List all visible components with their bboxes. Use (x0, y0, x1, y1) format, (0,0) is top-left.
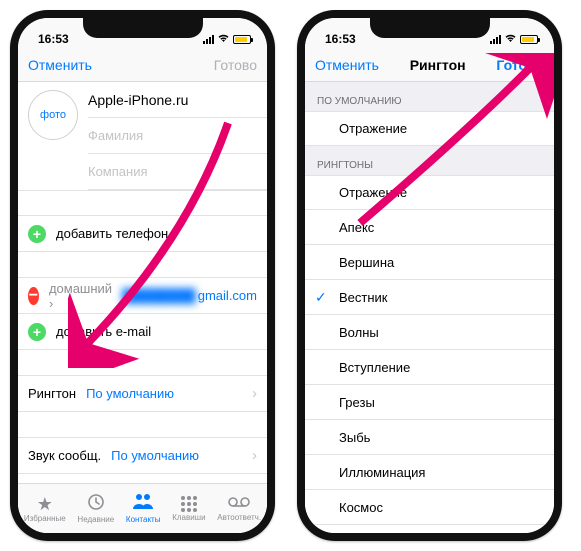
ringtone-label: Космос (339, 500, 383, 515)
ringtone-row[interactable]: Вершина (305, 245, 554, 280)
texttone-row[interactable]: Звук сообщ. По умолчанию › (18, 438, 267, 474)
notch (83, 18, 203, 38)
last-name-placeholder: Фамилия (88, 128, 143, 143)
plus-icon: + (28, 323, 46, 341)
texttone-label: Звук сообщ. (28, 448, 101, 463)
ringtone-label: Волны (339, 325, 379, 340)
add-photo-button[interactable]: фото (28, 90, 78, 140)
contact-edit-form: фото Apple-iPhone.ru Фамилия Компания + (18, 82, 267, 533)
ringtone-label: Апекс (339, 220, 374, 235)
contacts-icon (132, 493, 154, 514)
chevron-right-icon: › (252, 385, 257, 402)
ringtone-value: По умолчанию (86, 386, 174, 401)
keypad-icon (181, 496, 197, 512)
tab-label: Контакты (126, 515, 161, 524)
add-email-label: добавить e-mail (56, 324, 151, 339)
section-ringtones-header: РИНГТОНЫ (305, 146, 554, 175)
ringtone-row[interactable]: Зыбь (305, 420, 554, 455)
wifi-icon (504, 33, 517, 46)
ringtone-row[interactable]: Кристаллы (305, 525, 554, 533)
tab-recents[interactable]: Недавние (77, 493, 114, 524)
company-placeholder: Компания (88, 164, 148, 179)
minus-icon: − (28, 287, 39, 305)
first-name-value: Apple-iPhone.ru (88, 92, 188, 108)
done-button[interactable]: Готово (214, 57, 257, 73)
email-domain: gmail.com (198, 288, 257, 303)
ringtone-label: Вершина (339, 255, 394, 270)
cancel-button[interactable]: Отменить (315, 57, 379, 73)
email-row[interactable]: − домашний › ████████ gmail.com (18, 278, 267, 314)
status-indicators (490, 33, 538, 46)
ringtone-row[interactable]: ✓ Вестник (305, 280, 554, 315)
add-photo-label: фото (40, 109, 66, 121)
default-ringtone-row[interactable]: Отражение (305, 111, 554, 146)
tab-voicemail[interactable]: Автоответч. (217, 496, 261, 522)
ringtone-row[interactable]: Рингтон По умолчанию › (18, 376, 267, 412)
texttone-value: По умолчанию (111, 448, 199, 463)
cell-signal-icon (203, 35, 214, 44)
clock-icon (87, 493, 105, 514)
ringtone-label: Рингтон (28, 386, 76, 401)
nav-bar: Отменить Рингтон Готово (305, 48, 554, 82)
status-time: 16:53 (325, 32, 356, 46)
tab-bar: ★ Избранные Недавние Контакты Клавиши (18, 483, 267, 533)
tab-label: Автоответч. (217, 513, 261, 522)
ringtone-row[interactable]: Волны (305, 315, 554, 350)
ringtone-list: ПО УМОЛЧАНИЮ Отражение РИНГТОНЫ Отражени… (305, 82, 554, 533)
ringtone-row[interactable]: Вступление (305, 350, 554, 385)
last-name-field[interactable]: Фамилия (88, 118, 267, 154)
ringtone-row[interactable]: Отражение (305, 175, 554, 210)
ringtone-row[interactable]: Иллюминация (305, 455, 554, 490)
star-icon: ★ (37, 495, 53, 513)
nav-bar: Отменить Готово (18, 48, 267, 82)
ringtone-label: Вестник (339, 290, 387, 305)
cancel-button[interactable]: Отменить (28, 57, 92, 73)
plus-icon: + (28, 225, 46, 243)
tab-label: Клавиши (172, 513, 205, 522)
section-default-header: ПО УМОЛЧАНИЮ (305, 82, 554, 111)
device-left: 16:53 Отменить Готово фото Apple-iPho (10, 10, 275, 541)
wifi-icon (217, 33, 230, 46)
done-button[interactable]: Готово (496, 57, 544, 73)
ringtone-row[interactable]: Грезы (305, 385, 554, 420)
add-phone-label: добавить телефон (56, 226, 168, 241)
add-email-row[interactable]: + добавить e-mail (18, 314, 267, 350)
chevron-right-icon: › (252, 447, 257, 464)
add-phone-row[interactable]: + добавить телефон (18, 216, 267, 252)
status-time: 16:53 (38, 32, 69, 46)
checkmark-icon: ✓ (315, 289, 327, 306)
ringtone-label: Грезы (339, 395, 375, 410)
battery-icon (520, 35, 538, 44)
cell-signal-icon (490, 35, 501, 44)
status-indicators (203, 33, 251, 46)
ringtone-label: Иллюминация (339, 465, 425, 480)
tab-contacts[interactable]: Контакты (126, 493, 161, 524)
tab-favorites[interactable]: ★ Избранные (24, 495, 66, 523)
company-field[interactable]: Компания (88, 154, 267, 190)
ringtone-row[interactable]: Космос (305, 490, 554, 525)
ringtone-label: Вступление (339, 360, 410, 375)
default-ringtone-label: Отражение (339, 121, 407, 136)
email-value-hidden: ████████ (122, 288, 196, 303)
device-right: 16:53 Отменить Рингтон Готово ПО УМОЛЧАН… (297, 10, 562, 541)
screen-left: 16:53 Отменить Готово фото Apple-iPho (18, 18, 267, 533)
email-type[interactable]: домашний › (49, 281, 112, 311)
voicemail-icon (228, 496, 250, 512)
screen-right: 16:53 Отменить Рингтон Готово ПО УМОЛЧАН… (305, 18, 554, 533)
battery-icon (233, 35, 251, 44)
notch (370, 18, 490, 38)
first-name-field[interactable]: Apple-iPhone.ru (88, 82, 267, 118)
ringtone-label: Зыбь (339, 430, 370, 445)
nav-title: Рингтон (410, 57, 466, 73)
tab-keypad[interactable]: Клавиши (172, 496, 205, 522)
ringtone-row[interactable]: Апекс (305, 210, 554, 245)
tab-label: Избранные (24, 514, 66, 523)
ringtone-label: Отражение (339, 185, 407, 200)
tab-label: Недавние (77, 515, 114, 524)
